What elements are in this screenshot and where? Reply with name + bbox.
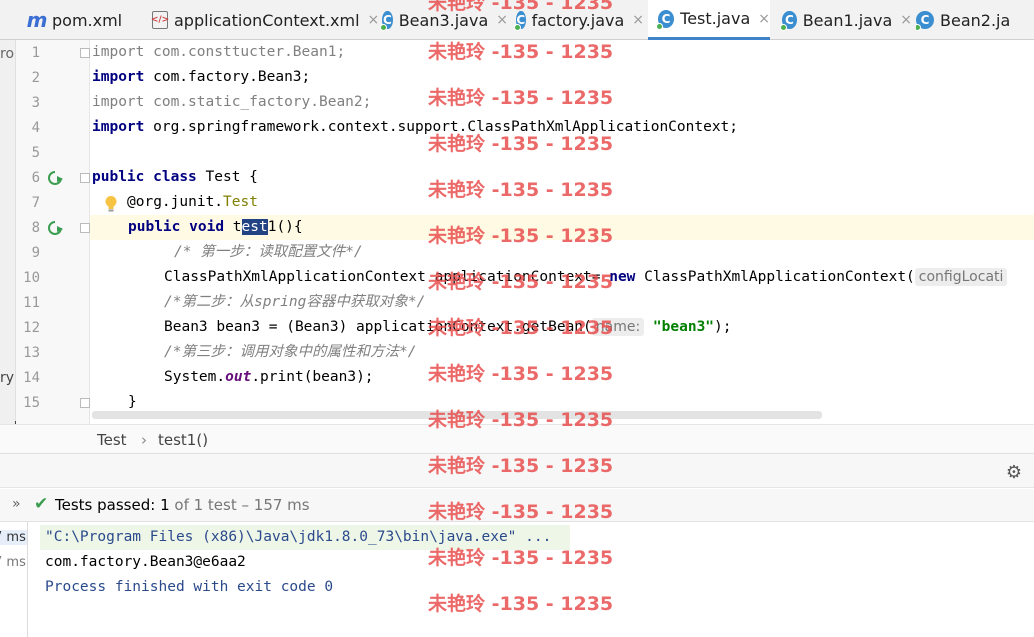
line-number: 4 xyxy=(31,120,40,136)
code-line: public void test1(){ xyxy=(128,219,303,235)
code-line: /*第三步：调用对象中的属性和方法*/ xyxy=(164,344,417,360)
gear-icon[interactable]: ⚙ xyxy=(1006,462,1022,483)
tab-label: Bean1.java xyxy=(802,10,893,30)
watermark: 未艳玲 -135 - 1235 xyxy=(428,87,614,109)
console-output[interactable]: "C:\Program Files (x86)\Java\jdk1.8.0_73… xyxy=(36,522,1034,637)
code-line: @org.junit.Test xyxy=(127,194,258,210)
java-class-icon: C xyxy=(656,9,675,30)
watermark: 未艳玲 -135 - 1235 xyxy=(428,225,614,247)
tab-pom-xml[interactable]: m pom.xml xyxy=(26,0,148,40)
code-line: public class Test { xyxy=(92,169,258,185)
breadcrumb-class[interactable]: Test xyxy=(97,431,127,449)
line-number: 10 xyxy=(23,270,40,286)
fold-marker-icon[interactable] xyxy=(80,223,90,233)
breadcrumb-separator: › xyxy=(141,431,147,449)
tree-fragment: ry xyxy=(0,370,15,386)
tree-fragment: ro xyxy=(0,46,15,62)
close-icon[interactable]: × xyxy=(900,12,912,28)
watermark: 未艳玲 -135 - 1235 xyxy=(428,271,614,293)
tab-bean1-java[interactable]: C Bean1.java × xyxy=(780,0,912,40)
test-results-tree[interactable]: 7 ms 7 ms xyxy=(0,522,28,637)
watermark: 未艳玲 -135 - 1235 xyxy=(428,501,614,523)
line-number: 9 xyxy=(31,245,40,261)
code-line: import com.factory.Bean3; xyxy=(92,69,311,85)
tab-bean2-java[interactable]: C Bean2.ja xyxy=(916,0,1034,40)
tab-label: pom.xml xyxy=(52,10,123,30)
java-class-icon: C xyxy=(780,11,797,31)
line-number: 12 xyxy=(23,320,40,336)
line-number: 14 xyxy=(23,370,40,386)
line-number: 11 xyxy=(23,295,40,311)
code-line: import org.springframework.context.suppo… xyxy=(92,119,739,135)
fold-marker-icon[interactable] xyxy=(80,173,90,183)
code-line: /*第二步：从spring容器中获取对象*/ xyxy=(164,294,426,310)
close-icon[interactable]: × xyxy=(632,12,644,28)
tests-passed-text: Tests passed: 1 of 1 test – 157 ms xyxy=(55,496,310,514)
java-class-icon: C xyxy=(380,11,393,31)
line-number: 5 xyxy=(31,145,40,161)
line-number: 8 xyxy=(31,220,40,236)
tab-label: applicationContext.xml xyxy=(174,10,360,30)
line-number: 2 xyxy=(31,70,40,86)
run-test-icon[interactable] xyxy=(48,220,64,236)
code-line: import com.static_factory.Bean2; xyxy=(92,94,372,110)
close-icon[interactable]: × xyxy=(368,12,380,28)
line-number: 3 xyxy=(31,95,40,111)
watermark: 未艳玲 -135 - 1235 xyxy=(428,547,614,569)
fold-marker-icon[interactable] xyxy=(80,48,90,58)
maven-icon: m xyxy=(26,8,48,32)
line-number: 13 xyxy=(23,345,40,361)
chevron-icon[interactable]: » xyxy=(12,496,21,512)
check-icon: ✔ xyxy=(34,494,49,514)
project-tree-edge: ro xyxy=(0,40,16,424)
line-number: 15 xyxy=(23,395,40,411)
watermark: 未艳玲 -135 - 1235 xyxy=(428,0,614,14)
java-class-icon: C xyxy=(916,11,934,31)
close-icon[interactable]: × xyxy=(758,11,770,27)
xml-file-icon: </> xyxy=(151,11,169,29)
code-line: System.out.print(bean3); xyxy=(164,369,374,385)
line-number: 1 xyxy=(31,45,40,61)
watermark: 未艳玲 -135 - 1235 xyxy=(428,409,614,431)
code-line: import com.consttucter.Bean1; xyxy=(92,44,346,60)
tab-label: Bean2.ja xyxy=(940,10,1011,30)
fold-marker-icon[interactable] xyxy=(80,398,90,408)
watermark: 未艳玲 -135 - 1235 xyxy=(428,363,614,385)
tab-test-java[interactable]: C Test.java × xyxy=(648,0,770,40)
watermark: 未艳玲 -135 - 1235 xyxy=(428,41,614,63)
test-duration[interactable]: 7 ms xyxy=(0,530,27,545)
console-line: com.factory.Bean3@e6aa2 xyxy=(45,554,246,570)
run-test-icon[interactable] xyxy=(48,170,64,186)
line-number: 6 xyxy=(31,170,40,186)
tab-label: Test.java xyxy=(680,9,751,28)
watermark: 未艳玲 -135 - 1235 xyxy=(428,593,614,615)
watermark: 未艳玲 -135 - 1235 xyxy=(428,133,614,155)
console-line: Process finished with exit code 0 xyxy=(45,579,334,595)
line-number: 7 xyxy=(31,195,40,211)
watermark: 未艳玲 -135 - 1235 xyxy=(428,317,614,339)
watermark: 未艳玲 -135 - 1235 xyxy=(428,455,614,477)
tab-application-context-xml[interactable]: </> applicationContext.xml × xyxy=(151,0,379,40)
watermark: 未艳玲 -135 - 1235 xyxy=(428,179,614,201)
parameter-hint: configLocati xyxy=(914,268,1008,286)
code-line: /* 第一步：读取配置文件*/ xyxy=(174,244,363,260)
test-duration[interactable]: 7 ms xyxy=(0,555,26,570)
breadcrumb-method[interactable]: test1() xyxy=(158,431,208,449)
